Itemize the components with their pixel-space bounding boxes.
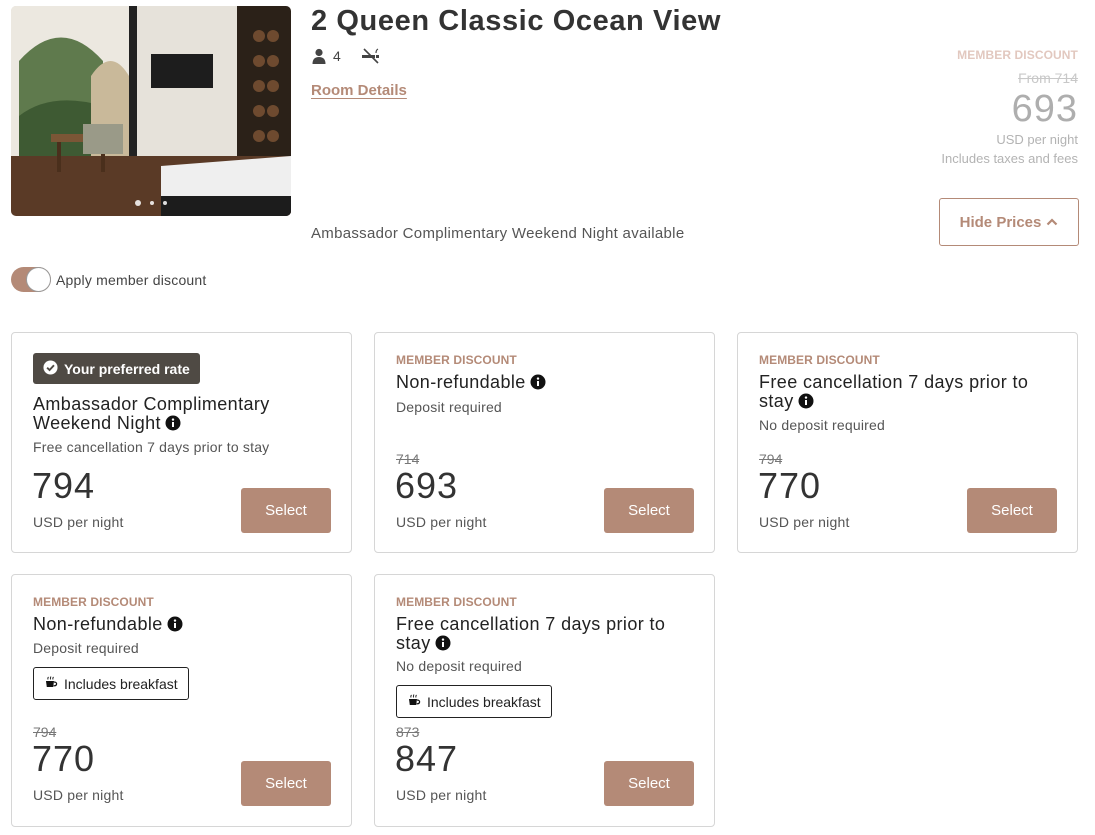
select-rate-button[interactable]: Select <box>604 761 694 806</box>
rate-card: MEMBER DISCOUNT Non-refundable Deposit r… <box>374 332 715 553</box>
rate-price-unit: USD per night <box>33 514 124 530</box>
rate-price-unit: USD per night <box>33 787 124 803</box>
rate-price-unit: USD per night <box>759 514 850 530</box>
coffee-cup-icon <box>407 693 421 710</box>
taxes-note: Includes taxes and fees <box>941 151 1078 166</box>
rate-name: Non-refundable <box>396 373 696 394</box>
hide-prices-label: Hide Prices <box>959 213 1042 231</box>
breakfast-label: Includes breakfast <box>427 693 541 710</box>
member-discount-badge: MEMBER DISCOUNT <box>759 353 880 367</box>
room-details-link[interactable]: Room Details <box>311 82 407 99</box>
select-rate-button[interactable]: Select <box>241 761 331 806</box>
weekend-note: Ambassador Complimentary Weekend Night a… <box>311 225 685 242</box>
rate-price: 794 <box>32 465 96 506</box>
rate-name: Ambassador Complimentary Weekend Night <box>33 395 333 435</box>
price-summary: MEMBER DISCOUNT From 714 693 USD per nig… <box>941 48 1078 166</box>
price-unit: USD per night <box>996 132 1078 147</box>
info-icon[interactable] <box>435 635 451 655</box>
rate-condition: Deposit required <box>396 399 502 415</box>
rate-card: Your preferred rate Ambassador Complimen… <box>11 332 352 553</box>
rate-price: 770 <box>758 465 822 506</box>
no-smoking-icon <box>361 48 381 64</box>
rate-name-text: Non-refundable <box>396 372 526 392</box>
breakfast-label: Includes breakfast <box>64 675 178 692</box>
rate-price: 693 <box>395 465 459 506</box>
carousel-dot[interactable] <box>163 201 167 205</box>
rate-condition: Deposit required <box>33 640 139 656</box>
breakfast-badge: Includes breakfast <box>396 685 552 718</box>
hide-prices-button[interactable]: Hide Prices <box>939 198 1079 246</box>
original-price: From 714 <box>1018 70 1078 86</box>
member-discount-badge: MEMBER DISCOUNT <box>33 595 154 609</box>
member-discount-label: Apply member discount <box>56 272 207 288</box>
member-discount-badge: MEMBER DISCOUNT <box>957 48 1078 62</box>
rate-condition: No deposit required <box>759 417 885 433</box>
rate-price: 847 <box>395 738 459 779</box>
info-icon[interactable] <box>798 393 814 413</box>
rate-card: MEMBER DISCOUNT Free cancellation 7 days… <box>737 332 1078 553</box>
room-photo <box>11 6 291 216</box>
guest-count: 4 <box>333 48 341 64</box>
person-icon <box>311 48 327 64</box>
preferred-rate-label: Your preferred rate <box>64 360 190 377</box>
rate-name-text: Ambassador Complimentary Weekend Night <box>33 394 270 433</box>
room-title: 2 Queen Classic Ocean View <box>311 5 721 37</box>
rate-name: Non-refundable <box>33 615 333 636</box>
toggle-knob <box>26 267 51 292</box>
rate-price-unit: USD per night <box>396 514 487 530</box>
select-rate-button[interactable]: Select <box>604 488 694 533</box>
summary-price: 693 <box>1011 88 1078 130</box>
rate-price: 770 <box>32 738 96 779</box>
rate-name: Free cancellation 7 days prior to stay <box>396 615 696 655</box>
member-discount-badge: MEMBER DISCOUNT <box>396 353 517 367</box>
breakfast-badge: Includes breakfast <box>33 667 189 700</box>
member-discount-toggle[interactable] <box>11 267 51 292</box>
info-icon[interactable] <box>530 374 546 394</box>
info-icon[interactable] <box>167 616 183 636</box>
room-photo-carousel[interactable] <box>11 6 291 216</box>
rate-card: MEMBER DISCOUNT Non-refundable Deposit r… <box>11 574 352 827</box>
info-icon[interactable] <box>165 415 181 435</box>
member-discount-badge: MEMBER DISCOUNT <box>396 595 517 609</box>
rate-condition: No deposit required <box>396 658 522 674</box>
room-amenities: 4 <box>311 48 381 64</box>
check-circle-icon <box>43 359 58 378</box>
select-rate-button[interactable]: Select <box>241 488 331 533</box>
rate-condition: Free cancellation 7 days prior to stay <box>33 439 270 455</box>
select-rate-button[interactable]: Select <box>967 488 1057 533</box>
preferred-rate-badge: Your preferred rate <box>33 353 200 384</box>
chevron-up-icon <box>1046 214 1058 231</box>
carousel-dot-active[interactable] <box>135 200 141 206</box>
carousel-dot[interactable] <box>150 201 154 205</box>
rate-name: Free cancellation 7 days prior to stay <box>759 373 1059 413</box>
carousel-dots <box>11 200 291 206</box>
rate-price-unit: USD per night <box>396 787 487 803</box>
coffee-cup-icon <box>44 675 58 692</box>
rate-card: MEMBER DISCOUNT Free cancellation 7 days… <box>374 574 715 827</box>
rate-name-text: Non-refundable <box>33 614 163 634</box>
